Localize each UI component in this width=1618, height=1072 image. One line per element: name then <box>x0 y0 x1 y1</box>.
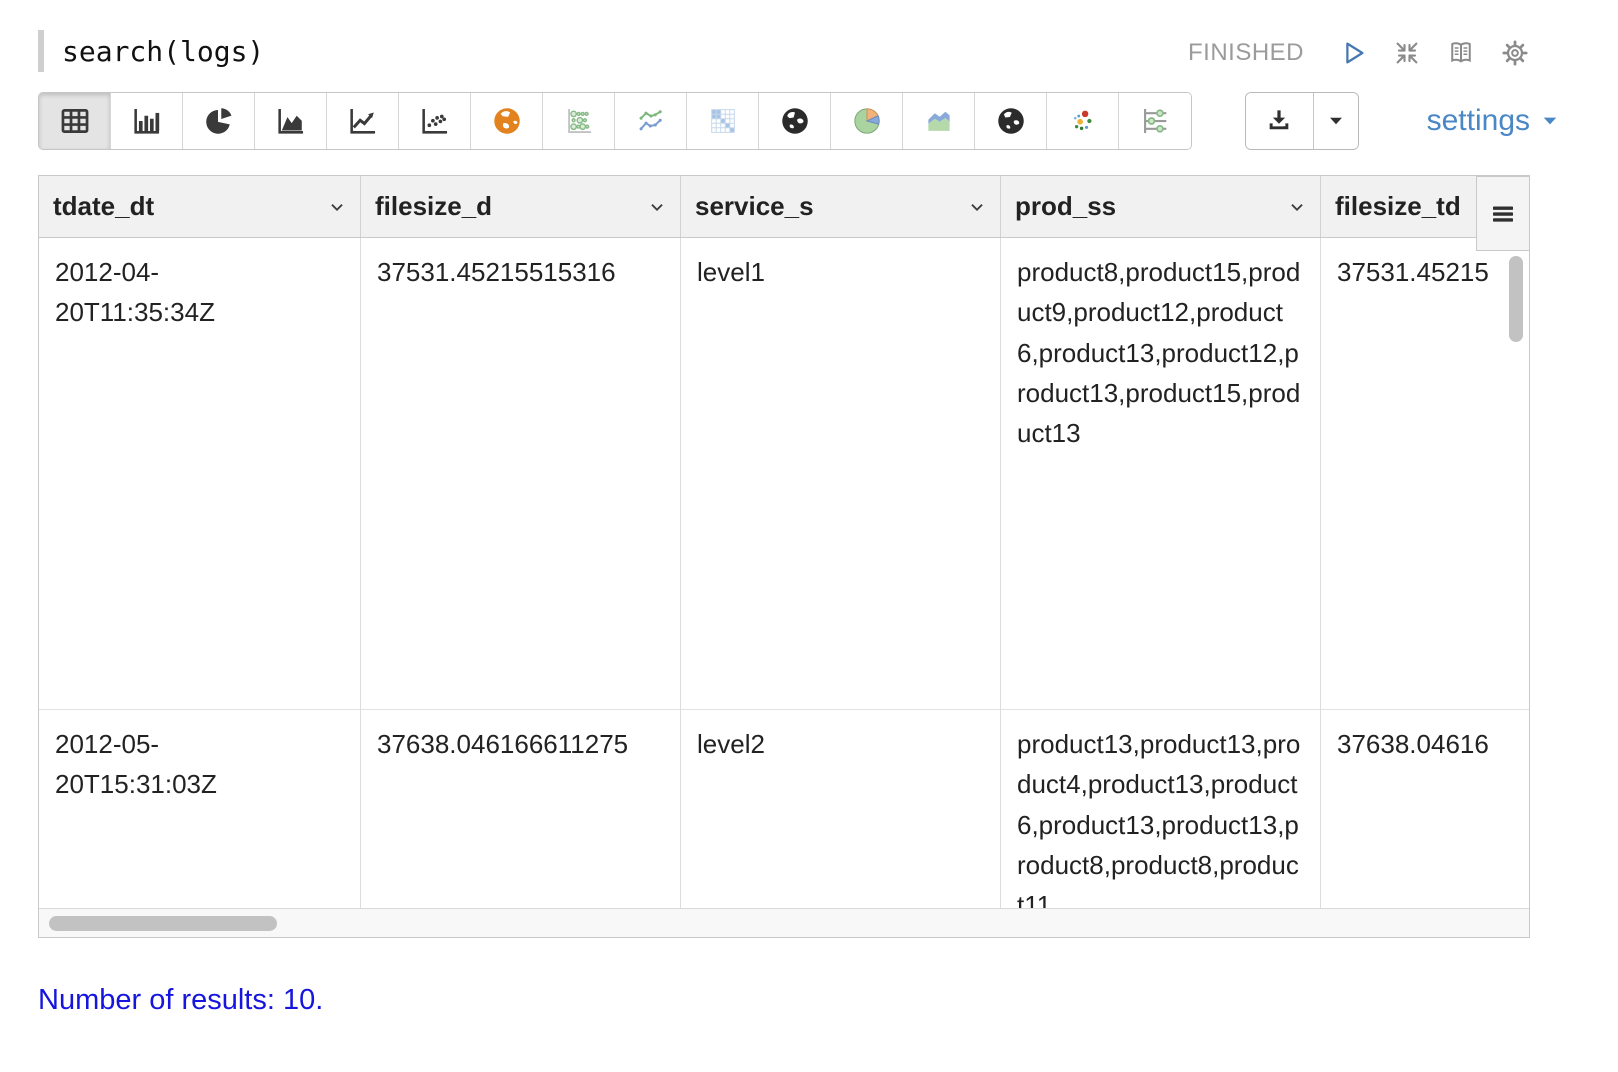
paragraph-controls: FINISHED <box>1188 38 1530 68</box>
chart-type-heatmap-button[interactable] <box>687 93 759 149</box>
table-icon <box>58 104 92 138</box>
horizontal-scrollbar-thumb[interactable] <box>49 916 277 931</box>
chart-type-bar-button[interactable] <box>111 93 183 149</box>
table-row: 2012-04-20T11:35:34Z 37531.45215515316 l… <box>39 238 1529 710</box>
scatter-colored-icon <box>1066 104 1100 138</box>
book-icon <box>1446 37 1476 69</box>
download-button[interactable] <box>1246 93 1314 149</box>
multi-line-chart-icon <box>634 104 668 138</box>
cell-tdate-dt: 2012-05-20T15:31:03Z <box>39 710 361 908</box>
column-header-filesize-d[interactable]: filesize_d <box>361 176 681 237</box>
pie-chart-colored-icon <box>850 104 884 138</box>
download-split-button <box>1245 92 1359 150</box>
status-badge: FINISHED <box>1188 39 1304 67</box>
chart-type-toolbar <box>38 92 1192 150</box>
cell-filesize-d: 37531.45215515316 <box>361 238 681 709</box>
table-body: 2012-04-20T11:35:34Z 37531.45215515316 l… <box>39 238 1529 908</box>
hamburger-menu-icon <box>1488 199 1518 229</box>
cell-filesize-d: 37638.046166611275 <box>361 710 681 908</box>
column-header-service-s[interactable]: service_s <box>681 176 1001 237</box>
bar-chart-icon <box>130 104 164 138</box>
cell-service-s: level1 <box>681 238 1001 709</box>
paragraph-marker <box>38 30 44 72</box>
heatmap-icon <box>706 104 740 138</box>
chart-type-bubble-button[interactable] <box>543 93 615 149</box>
globe-2-icon <box>994 104 1028 138</box>
cell-filesize-td: 37638.04616 <box>1321 710 1529 908</box>
table-menu-button[interactable] <box>1476 176 1530 251</box>
scatter-plot-icon <box>418 104 452 138</box>
chevron-down-icon <box>1286 196 1308 218</box>
download-icon <box>1263 105 1295 137</box>
cell-prod-ss: product13,product13,product4,product13,p… <box>1001 710 1321 908</box>
table-header-row: tdate_dt filesize_d service_s prod_ss fi… <box>39 176 1529 238</box>
caret-down-icon <box>1540 111 1560 131</box>
cell-prod-ss: product8,product15,product9,product12,pr… <box>1001 238 1321 709</box>
chart-type-scatter-button[interactable] <box>399 93 471 149</box>
horizontal-scrollbar[interactable] <box>39 908 1529 937</box>
settings-label: settings <box>1427 104 1530 138</box>
chart-type-scatter-colored-button[interactable] <box>1047 93 1119 149</box>
column-header-tdate-dt[interactable]: tdate_dt <box>39 176 361 237</box>
compress-icon <box>1392 38 1422 68</box>
vertical-scrollbar-thumb[interactable] <box>1509 256 1523 342</box>
download-options-button[interactable] <box>1314 93 1358 149</box>
column-label: filesize_d <box>375 191 492 222</box>
toolbar-right: settings <box>1245 92 1560 150</box>
chart-type-stacked-area-button[interactable] <box>903 93 975 149</box>
collapse-button[interactable] <box>1392 38 1422 68</box>
cell-tdate-dt: 2012-04-20T11:35:34Z <box>39 238 361 709</box>
settings-dropdown[interactable]: settings <box>1427 104 1560 138</box>
parallel-coordinates-icon <box>1138 104 1172 138</box>
chart-type-globe2-button[interactable] <box>975 93 1047 149</box>
results-table: tdate_dt filesize_d service_s prod_ss fi… <box>38 175 1530 938</box>
results-count-text: Number of results: 10. <box>38 984 323 1017</box>
paragraph-header: search(logs) <box>38 28 264 74</box>
chart-type-map-button[interactable] <box>471 93 543 149</box>
play-icon <box>1338 38 1368 68</box>
chart-type-line-button[interactable] <box>327 93 399 149</box>
line-chart-icon <box>346 104 380 138</box>
chart-type-pie-button[interactable] <box>183 93 255 149</box>
chart-type-table-button[interactable] <box>39 93 111 149</box>
cell-filesize-td: 37531.45215 <box>1321 238 1529 709</box>
column-label: service_s <box>695 191 814 222</box>
area-chart-icon <box>274 104 308 138</box>
paragraph-title: search(logs) <box>62 35 264 68</box>
chevron-down-icon <box>326 196 348 218</box>
chart-type-parallel-button[interactable] <box>1119 93 1191 149</box>
stacked-area-chart-icon <box>922 104 956 138</box>
globe-icon <box>778 104 812 138</box>
column-label: filesize_td <box>1335 191 1461 222</box>
column-header-prod-ss[interactable]: prod_ss <box>1001 176 1321 237</box>
map-orange-icon <box>490 104 524 138</box>
run-button[interactable] <box>1338 38 1368 68</box>
chevron-down-icon <box>646 196 668 218</box>
chevron-down-icon <box>966 196 988 218</box>
report-view-button[interactable] <box>1446 38 1476 68</box>
pie-chart-icon <box>202 104 236 138</box>
chart-type-pie-colored-button[interactable] <box>831 93 903 149</box>
cell-service-s: level2 <box>681 710 1001 908</box>
paragraph-settings-button[interactable] <box>1500 38 1530 68</box>
caret-down-icon <box>1325 110 1347 132</box>
column-label: prod_ss <box>1015 191 1116 222</box>
bubble-chart-icon <box>562 104 596 138</box>
column-label: tdate_dt <box>53 191 154 222</box>
gear-icon <box>1500 38 1530 68</box>
table-row: 2012-05-20T15:31:03Z 37638.046166611275 … <box>39 710 1529 908</box>
chart-type-globe-button[interactable] <box>759 93 831 149</box>
chart-type-multiline-button[interactable] <box>615 93 687 149</box>
chart-type-area-button[interactable] <box>255 93 327 149</box>
